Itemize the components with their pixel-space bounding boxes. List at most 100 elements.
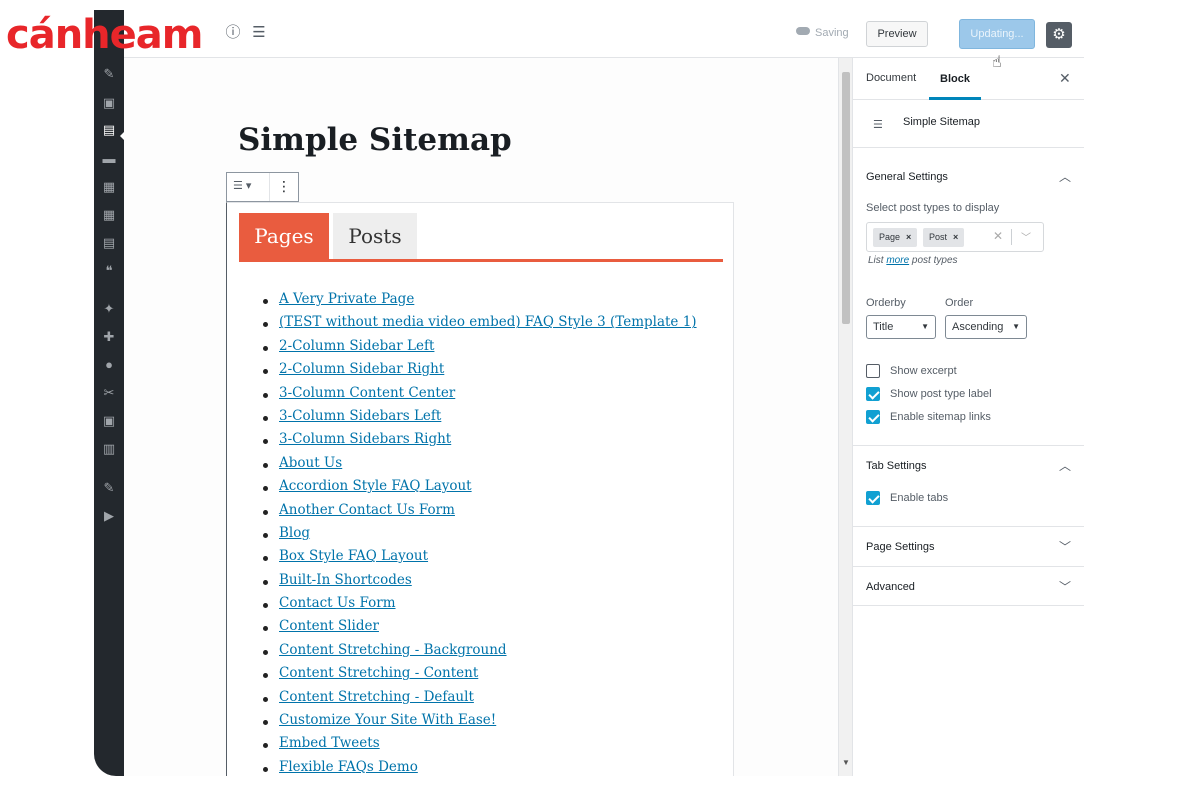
page-settings-header[interactable]: Page Settings ﹀ bbox=[853, 526, 1084, 566]
field-divider bbox=[1011, 229, 1012, 245]
page-link[interactable]: Flexible FAQs Demo bbox=[279, 759, 418, 775]
page-link[interactable]: Contact Us Form bbox=[279, 595, 396, 611]
list-item: Contact Us Form bbox=[263, 595, 697, 618]
list-item: 2-Column Sidebar Left bbox=[263, 338, 697, 361]
page-link[interactable]: Built-In Shortcodes bbox=[279, 572, 412, 588]
tools-icon[interactable]: ✂ bbox=[101, 385, 117, 401]
chevron-up-icon: ︿ bbox=[1059, 170, 1072, 184]
show-post-type-label-label: Show post type label bbox=[890, 388, 992, 400]
page-link[interactable]: 3-Column Sidebars Right bbox=[279, 431, 451, 447]
general-settings-title: General Settings bbox=[866, 171, 948, 183]
chevron-up-icon: ︿ bbox=[1059, 459, 1072, 473]
pages-icon[interactable]: ▤ bbox=[101, 122, 117, 138]
clear-icon[interactable]: ✕ bbox=[993, 229, 1003, 243]
page-link[interactable]: Content Stretching - Content bbox=[279, 665, 478, 681]
list-item: 3-Column Sidebars Right bbox=[263, 431, 697, 454]
update-button[interactable]: Updating... bbox=[959, 19, 1035, 49]
editor-scrollbar[interactable]: ▼ bbox=[838, 58, 852, 776]
tab-document[interactable]: Document bbox=[866, 72, 916, 84]
list-item: Content Stretching - Default bbox=[263, 689, 697, 712]
page-link[interactable]: 3-Column Content Center bbox=[279, 385, 455, 401]
page-link[interactable]: Box Style FAQ Layout bbox=[279, 548, 428, 564]
users-icon[interactable]: ● bbox=[101, 357, 117, 373]
enable-sitemap-links-checkbox[interactable] bbox=[866, 410, 880, 424]
show-excerpt-checkbox[interactable] bbox=[866, 364, 880, 378]
page-link[interactable]: Content Slider bbox=[279, 618, 379, 634]
tab-pages[interactable]: Pages bbox=[239, 213, 329, 259]
list-item: Box Style FAQ Layout bbox=[263, 548, 697, 571]
settings-gear-button[interactable]: ⚙ bbox=[1046, 22, 1072, 48]
token-post[interactable]: Post × bbox=[923, 228, 965, 247]
scroll-down-arrow-icon[interactable]: ▼ bbox=[842, 758, 850, 767]
orderby-select[interactable]: Title ▼ bbox=[866, 315, 936, 339]
general-settings-header[interactable]: General Settings ︿ bbox=[853, 157, 1084, 197]
page-link[interactable]: A Very Private Page bbox=[279, 291, 414, 307]
save-icon[interactable]: ▦ bbox=[101, 179, 117, 195]
list-item: Blog bbox=[263, 525, 697, 548]
editor-toolbar: ⓘ ☰ Saving Preview Updating... ⚙ ⋮ ☝ bbox=[124, 10, 1084, 71]
settings-sidebar: Document Block ✕ ☰ Simple Sitemap Genera… bbox=[852, 58, 1084, 776]
list-item: A Very Private Page bbox=[263, 291, 697, 314]
enable-tabs-checkbox[interactable] bbox=[866, 491, 880, 505]
list-item: Built-In Shortcodes bbox=[263, 572, 697, 595]
watermark-text: cánheam bbox=[6, 12, 203, 58]
dropdown-arrow-icon: ▼ bbox=[1012, 322, 1020, 331]
page-link[interactable]: Another Contact Us Form bbox=[279, 502, 455, 518]
block-more-options-icon[interactable]: ⋮ bbox=[277, 178, 291, 195]
page-link[interactable]: Content Stretching - Background bbox=[279, 642, 507, 658]
plugins-icon[interactable]: ✚ bbox=[101, 329, 117, 345]
chevron-down-icon[interactable]: ﹀ bbox=[1021, 229, 1031, 244]
page-link[interactable]: Customize Your Site With Ease! bbox=[279, 712, 496, 728]
remove-token-icon[interactable]: × bbox=[953, 232, 958, 242]
tab-settings-header[interactable]: Tab Settings ︿ bbox=[853, 445, 1084, 485]
list-item: Embed Tweets bbox=[263, 735, 697, 758]
enable-tabs-label: Enable tabs bbox=[890, 492, 949, 504]
scrollbar-thumb[interactable] bbox=[842, 72, 850, 324]
page-link[interactable]: Accordion Style FAQ Layout bbox=[279, 478, 472, 494]
pin-icon[interactable]: ✎ bbox=[101, 66, 117, 82]
grid-icon[interactable]: ▦ bbox=[101, 207, 117, 223]
tab-posts[interactable]: Posts bbox=[333, 213, 417, 259]
page-link[interactable]: 2-Column Sidebar Right bbox=[279, 361, 444, 377]
info-icon[interactable]: ⓘ bbox=[224, 24, 242, 42]
advanced-header[interactable]: Advanced ﹀ bbox=[853, 566, 1084, 606]
list-item: Another Contact Us Form bbox=[263, 502, 697, 525]
order-select[interactable]: Ascending ▼ bbox=[945, 315, 1027, 339]
page-link[interactable]: Content Stretching - Default bbox=[279, 689, 474, 705]
pencil-icon[interactable]: ✎ bbox=[101, 480, 117, 496]
chevron-down-icon: ﹀ bbox=[1059, 540, 1072, 554]
block-type-switcher-icon[interactable]: ☰ ▾ bbox=[233, 179, 251, 192]
help-prefix: List bbox=[868, 255, 887, 266]
list-item: Customize Your Site With Ease! bbox=[263, 712, 697, 735]
page-link[interactable]: 2-Column Sidebar Left bbox=[279, 338, 434, 354]
post-types-field[interactable]: Page × Post × ✕ ﹀ bbox=[866, 222, 1044, 252]
custom-plugin-icon[interactable]: ▥ bbox=[101, 441, 117, 457]
comments-icon[interactable]: ▬ bbox=[101, 151, 117, 167]
preview-button[interactable]: Preview bbox=[866, 21, 928, 47]
tab-block[interactable]: Block bbox=[929, 58, 981, 100]
block-navigation-icon[interactable]: ☰ bbox=[250, 24, 268, 42]
page-link[interactable]: 3-Column Sidebars Left bbox=[279, 408, 441, 424]
media-icon[interactable]: ▣ bbox=[101, 95, 117, 111]
more-post-types-link[interactable]: more bbox=[886, 255, 909, 266]
settings-menu-icon[interactable]: ▣ bbox=[101, 413, 117, 429]
enable-sitemap-links-label: Enable sitemap links bbox=[890, 411, 991, 423]
page-link[interactable]: Blog bbox=[279, 525, 310, 541]
remove-token-icon[interactable]: × bbox=[906, 232, 911, 242]
list-item: 3-Column Content Center bbox=[263, 385, 697, 408]
post-title[interactable]: Simple Sitemap bbox=[238, 122, 512, 158]
token-page[interactable]: Page × bbox=[873, 228, 918, 247]
quote-icon[interactable]: ❝ bbox=[101, 263, 117, 279]
page-link[interactable]: About Us bbox=[279, 455, 342, 471]
play-icon[interactable]: ▶ bbox=[101, 508, 117, 524]
page-link[interactable]: (TEST without media video embed) FAQ Sty… bbox=[279, 314, 697, 330]
sitemap-block[interactable]: Pages Posts A Very Private Page (TEST wit… bbox=[226, 202, 734, 776]
page-link[interactable]: Embed Tweets bbox=[279, 735, 380, 751]
show-post-type-label-checkbox[interactable] bbox=[866, 387, 880, 401]
show-excerpt-label: Show excerpt bbox=[890, 365, 957, 377]
block-card: ☰ Simple Sitemap bbox=[853, 100, 1084, 148]
document-icon[interactable]: ▤ bbox=[101, 235, 117, 251]
appearance-icon[interactable]: ✦ bbox=[101, 301, 117, 317]
tabs-underline bbox=[239, 259, 723, 262]
close-sidebar-icon[interactable]: ✕ bbox=[1059, 70, 1071, 87]
